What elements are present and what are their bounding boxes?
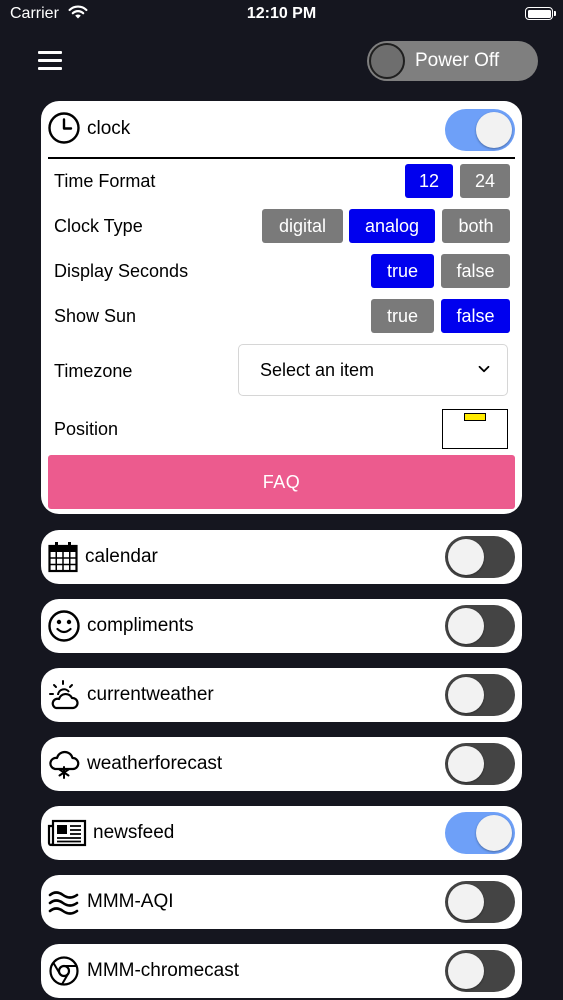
module-toggle-mmm-chromecast[interactable] [445,950,515,992]
module-name: weatherforecast [87,753,223,774]
module-card-mmm-aqi[interactable]: MMM-AQI [41,875,522,929]
position-label: Position [54,419,119,439]
module-toggle-weatherforecast[interactable] [445,743,515,785]
display-seconds-option-false[interactable]: false [441,254,510,288]
power-toggle-knob [369,43,405,79]
chrome-icon [47,954,81,988]
display-seconds-option-true[interactable]: true [371,254,434,288]
module-toggle-calendar[interactable] [445,536,515,578]
position-marker [464,413,486,421]
module-card-compliments[interactable]: compliments [41,599,522,653]
hamburger-menu-icon[interactable] [38,51,62,71]
waves-icon [47,885,81,919]
module-name: MMM-AQI [87,891,174,912]
display-seconds-label: Display Seconds [54,261,189,281]
time-format-label: Time Format [54,171,156,191]
module-name: clock [87,118,131,139]
battery-icon [525,7,556,20]
module-card-weatherforecast[interactable]: weatherforecast [41,737,522,791]
module-toggle-compliments[interactable] [445,605,515,647]
clock-type-label: Clock Type [54,216,143,236]
module-toggle-currentweather[interactable] [445,674,515,716]
module-card-calendar[interactable]: calendar [41,530,522,584]
module-name: compliments [87,615,194,636]
status-bar: Carrier 12:10 PM [0,0,563,30]
clock-icon [47,111,81,145]
power-toggle[interactable]: Power Off [367,41,538,81]
module-name: currentweather [87,684,214,705]
module-card-clock: clock Time Format 12 24 Clock Type digit… [41,101,522,514]
chevron-down-icon [477,362,491,381]
timezone-select-value: Select an item [260,360,375,380]
smiley-icon [47,609,81,643]
module-card-mmm-chromecast[interactable]: MMM-chromecast [41,944,522,998]
module-name: calendar [85,546,158,567]
module-toggle-newsfeed[interactable] [445,812,515,854]
module-toggle-mmm-aqi[interactable] [445,881,515,923]
newspaper-icon [47,816,87,850]
divider [48,157,515,159]
sun-cloud-icon [47,678,81,712]
snow-cloud-icon [47,747,81,781]
status-time: 12:10 PM [246,5,317,22]
module-name: MMM-chromecast [87,960,240,981]
show-sun-option-false[interactable]: false [441,299,510,333]
clock-type-option-analog[interactable]: analog [349,209,435,243]
module-card-currentweather[interactable]: currentweather [41,668,522,722]
show-sun-option-true[interactable]: true [371,299,434,333]
module-toggle-clock[interactable] [445,109,515,151]
time-format-option-24[interactable]: 24 [460,164,510,198]
clock-type-option-digital[interactable]: digital [262,209,343,243]
time-format-option-12[interactable]: 12 [405,164,453,198]
power-toggle-label: Power Off [415,50,500,71]
clock-type-option-both[interactable]: both [442,209,510,243]
show-sun-label: Show Sun [54,306,137,326]
module-name: newsfeed [93,822,175,843]
position-picker[interactable] [442,409,508,449]
module-header-clock[interactable]: clock [41,101,522,157]
faq-button[interactable]: FAQ [48,455,515,509]
calendar-icon [47,540,81,574]
module-card-newsfeed[interactable]: newsfeed [41,806,522,860]
timezone-label: Timezone [54,361,133,381]
timezone-select[interactable]: Select an item [238,344,508,396]
